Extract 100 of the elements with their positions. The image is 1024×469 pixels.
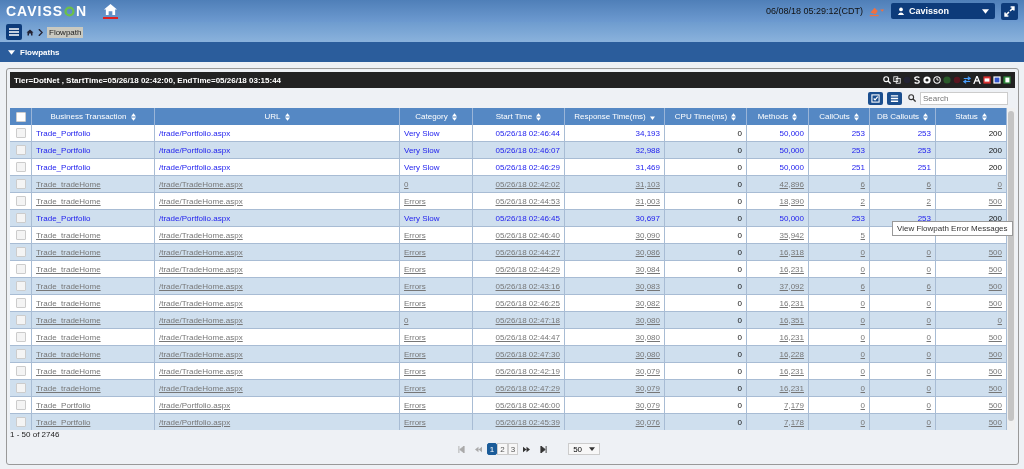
cell-link[interactable]: Trade_Portfolio <box>36 417 91 427</box>
next-page-icon[interactable] <box>523 445 531 453</box>
cell-link[interactable]: 500 <box>988 264 1002 274</box>
cell-link[interactable]: Trade_tradeHome <box>36 315 101 325</box>
cell-link[interactable]: Trade_tradeHome <box>36 366 101 376</box>
cell-link[interactable]: 253 <box>917 145 931 155</box>
cell-link[interactable]: 0 <box>997 315 1002 325</box>
cell-link[interactable]: /trade/Portfolio.aspx <box>159 213 231 223</box>
cell-link[interactable]: /trade/Portfolio.aspx <box>159 162 231 172</box>
cell-link[interactable]: 500 <box>988 196 1002 206</box>
cell-link[interactable]: 05/26/18 02:45:39 <box>495 417 560 427</box>
cell-link[interactable]: 16,231 <box>779 383 804 393</box>
scrollbar[interactable] <box>1007 108 1015 430</box>
cell-link[interactable]: 500 <box>988 366 1002 376</box>
cell-link[interactable]: /trade/Portfolio.aspx <box>159 417 231 427</box>
cell-link[interactable]: 30,082 <box>635 298 660 308</box>
cell-link[interactable]: Very Slow <box>404 128 440 138</box>
cell-link[interactable]: Very Slow <box>404 145 440 155</box>
select-columns-button[interactable] <box>868 91 883 105</box>
cell-link[interactable]: 253 <box>917 213 931 223</box>
cell-link[interactable]: 0 <box>404 179 409 189</box>
cell-link[interactable]: /trade/TradeHome.aspx <box>159 247 243 257</box>
cell-link[interactable]: 0 <box>926 400 931 410</box>
record-icon[interactable] <box>923 76 931 84</box>
cell-link[interactable]: Errors <box>404 281 426 291</box>
cell-link[interactable]: 0 <box>926 315 931 325</box>
cell-link[interactable]: 6 <box>860 179 865 189</box>
cell-link[interactable]: Trade_tradeHome <box>36 349 101 359</box>
cell-link[interactable]: Trade_Portfolio <box>36 128 91 138</box>
cell-link[interactable]: 0 <box>926 349 931 359</box>
cell-link[interactable]: 6 <box>926 281 931 291</box>
cell-link[interactable]: 2 <box>860 196 865 206</box>
breadcrumb-item[interactable]: Flowpath <box>47 26 84 38</box>
cell-link[interactable]: /trade/Portfolio.aspx <box>159 128 231 138</box>
cell-link[interactable]: Trade_Portfolio <box>36 162 91 172</box>
cell-link[interactable]: 7,179 <box>783 400 804 410</box>
cell-link[interactable]: 0 <box>860 383 865 393</box>
cell-link[interactable]: 500 <box>988 383 1002 393</box>
cell-link[interactable]: 31,103 <box>635 179 660 189</box>
cell-link[interactable]: 05/26/18 02:44:27 <box>495 247 560 257</box>
swap-icon[interactable] <box>963 76 971 84</box>
cell-link[interactable]: 30,083 <box>635 281 660 291</box>
cell-link[interactable]: 0 <box>404 315 409 325</box>
cell-link[interactable]: 05/26/18 02:47:30 <box>495 349 560 359</box>
cell-link[interactable]: 500 <box>988 349 1002 359</box>
cell-link[interactable]: 0 <box>860 400 865 410</box>
cell-link[interactable]: 5 <box>860 230 865 240</box>
cell-link[interactable]: 05/26/18 02:46:07 <box>495 145 560 155</box>
row-checkbox[interactable] <box>15 400 26 410</box>
cell-link[interactable]: 05/26/18 02:44:29 <box>495 264 560 274</box>
cell-link[interactable]: /trade/TradeHome.aspx <box>159 332 243 342</box>
cell-link[interactable]: Errors <box>404 230 426 240</box>
row-checkbox[interactable] <box>15 247 26 257</box>
cell-link[interactable]: 0 <box>926 247 931 257</box>
cell-link[interactable]: 16,228 <box>779 349 804 359</box>
cell-link[interactable]: 30,080 <box>635 332 660 342</box>
row-checkbox[interactable] <box>15 298 26 308</box>
cell-link[interactable]: 0 <box>860 264 865 274</box>
cell-link[interactable]: 0 <box>860 315 865 325</box>
cell-link[interactable]: Trade_tradeHome <box>36 298 101 308</box>
pdf-icon[interactable] <box>983 76 991 84</box>
row-checkbox[interactable] <box>15 366 26 376</box>
user-menu-button[interactable]: Cavisson <box>891 3 995 19</box>
cell-link[interactable]: 253 <box>917 128 931 138</box>
cell-link[interactable]: 500 <box>988 247 1002 257</box>
cell-link[interactable]: Trade_tradeHome <box>36 383 101 393</box>
previous-page-icon[interactable] <box>474 445 482 453</box>
cell-link[interactable]: 0 <box>926 383 931 393</box>
cell-link[interactable]: 50,000 <box>779 213 804 223</box>
panel-header[interactable]: Flowpaths <box>0 42 1024 62</box>
cell-link[interactable]: Very Slow <box>404 213 440 223</box>
cell-link[interactable]: 37,092 <box>779 281 804 291</box>
font-icon[interactable] <box>973 76 981 84</box>
last-page-icon[interactable] <box>540 445 548 453</box>
cell-link[interactable]: 05/26/18 02:44:53 <box>495 196 560 206</box>
cell-link[interactable]: 05/26/18 02:46:44 <box>495 128 560 138</box>
cell-link[interactable]: Trade_tradeHome <box>36 281 101 291</box>
cell-link[interactable]: 05/26/18 02:46:25 <box>495 298 560 308</box>
cell-link[interactable]: 30,080 <box>635 349 660 359</box>
cell-link[interactable]: 05/26/18 02:44:47 <box>495 332 560 342</box>
cell-link[interactable]: /trade/TradeHome.aspx <box>159 264 243 274</box>
fullscreen-button[interactable] <box>1001 2 1018 20</box>
page-button[interactable]: 3 <box>507 443 519 455</box>
cell-link[interactable]: 16,231 <box>779 298 804 308</box>
cell-link[interactable]: Trade_Portfolio <box>36 213 91 223</box>
cell-link[interactable]: 05/26/18 02:43:16 <box>495 281 560 291</box>
page-button[interactable]: 2 <box>497 443 508 455</box>
cell-link[interactable]: 253 <box>851 145 865 155</box>
cell-link[interactable]: Errors <box>404 332 426 342</box>
cell-link[interactable]: /trade/Portfolio.aspx <box>159 145 231 155</box>
cell-link[interactable]: 2 <box>926 196 931 206</box>
cell-link[interactable]: 7,178 <box>783 417 804 427</box>
cell-link[interactable]: 30,079 <box>635 400 660 410</box>
cell-link[interactable]: 30,079 <box>635 383 660 393</box>
cell-link[interactable]: Errors <box>404 400 426 410</box>
cell-link[interactable]: Errors <box>404 383 426 393</box>
cell-link[interactable]: 0 <box>926 417 931 427</box>
cell-link[interactable]: 05/26/18 02:46:00 <box>495 400 560 410</box>
row-checkbox[interactable] <box>15 315 26 325</box>
cell-link[interactable]: Errors <box>404 264 426 274</box>
